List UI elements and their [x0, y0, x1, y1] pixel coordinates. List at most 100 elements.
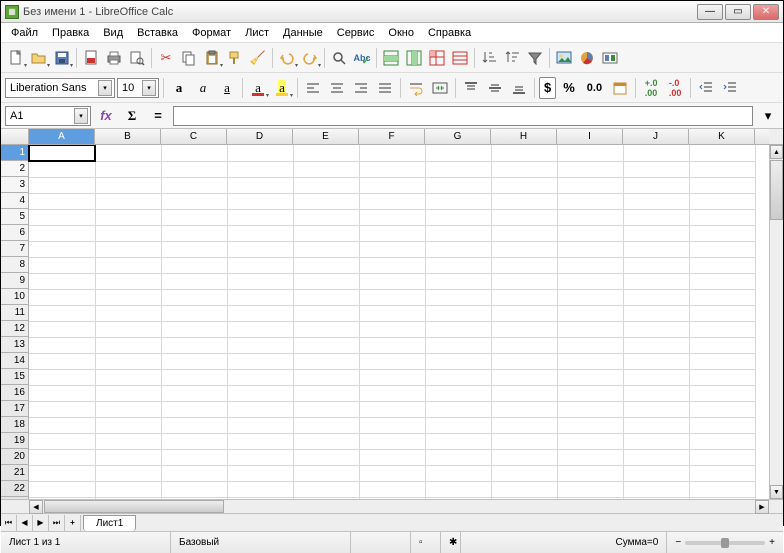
- zoom-thumb[interactable]: [721, 538, 729, 548]
- cell[interactable]: [359, 497, 425, 499]
- decrease-indent-button[interactable]: [695, 77, 717, 99]
- scroll-up-button[interactable]: ▲: [770, 145, 783, 159]
- cell[interactable]: [293, 225, 359, 241]
- cell[interactable]: [491, 465, 557, 481]
- column-header[interactable]: K: [689, 129, 755, 144]
- cell[interactable]: [491, 481, 557, 497]
- cell[interactable]: [425, 465, 491, 481]
- menu-data[interactable]: Данные: [277, 25, 329, 41]
- status-selection-mode[interactable]: ▫: [411, 532, 441, 553]
- sort-button[interactable]: [449, 47, 471, 69]
- row-header[interactable]: 15: [1, 369, 28, 385]
- cell[interactable]: [425, 385, 491, 401]
- cell[interactable]: [557, 433, 623, 449]
- cell[interactable]: [293, 433, 359, 449]
- cell[interactable]: [227, 305, 293, 321]
- cell[interactable]: [95, 433, 161, 449]
- scroll-down-button[interactable]: ▼: [770, 485, 783, 499]
- cell[interactable]: [29, 193, 95, 209]
- cell[interactable]: [95, 145, 161, 161]
- cell[interactable]: [95, 193, 161, 209]
- cell[interactable]: [293, 449, 359, 465]
- cell[interactable]: [227, 225, 293, 241]
- cell[interactable]: [689, 241, 755, 257]
- cell[interactable]: [425, 417, 491, 433]
- menu-insert[interactable]: Вставка: [131, 25, 184, 41]
- cell[interactable]: [161, 481, 227, 497]
- cell[interactable]: [29, 465, 95, 481]
- select-all-corner[interactable]: [1, 129, 29, 144]
- cell[interactable]: [227, 481, 293, 497]
- sort-asc-button[interactable]: [478, 47, 500, 69]
- cell[interactable]: [293, 161, 359, 177]
- cell[interactable]: [95, 337, 161, 353]
- last-sheet-button[interactable]: ⏭: [49, 515, 65, 531]
- cell[interactable]: [359, 337, 425, 353]
- row-header[interactable]: 21: [1, 465, 28, 481]
- cell[interactable]: [557, 241, 623, 257]
- scroll-left-button[interactable]: ◀: [29, 500, 43, 514]
- cell[interactable]: [623, 321, 689, 337]
- row-header[interactable]: 20: [1, 449, 28, 465]
- undo-button[interactable]: ▾: [276, 47, 298, 69]
- cell[interactable]: [359, 177, 425, 193]
- cell[interactable]: [491, 449, 557, 465]
- cell[interactable]: [557, 465, 623, 481]
- cell[interactable]: [227, 161, 293, 177]
- highlight-button[interactable]: a▾: [271, 77, 293, 99]
- cell[interactable]: [359, 449, 425, 465]
- cell[interactable]: [557, 225, 623, 241]
- cell[interactable]: [689, 369, 755, 385]
- insert-chart-button[interactable]: [576, 47, 598, 69]
- cell[interactable]: [425, 161, 491, 177]
- cell[interactable]: [491, 305, 557, 321]
- cell[interactable]: [557, 401, 623, 417]
- cell[interactable]: [293, 145, 359, 161]
- cell[interactable]: [227, 497, 293, 499]
- new-button[interactable]: ▾: [5, 47, 27, 69]
- cell[interactable]: [623, 305, 689, 321]
- cell[interactable]: [359, 289, 425, 305]
- row-header[interactable]: 12: [1, 321, 28, 337]
- cell[interactable]: [95, 321, 161, 337]
- cell[interactable]: [293, 241, 359, 257]
- cell[interactable]: [29, 433, 95, 449]
- align-bottom-button[interactable]: [508, 77, 530, 99]
- cell[interactable]: [161, 353, 227, 369]
- row-header[interactable]: 8: [1, 257, 28, 273]
- status-insert-mode[interactable]: [351, 532, 411, 553]
- cell[interactable]: [161, 225, 227, 241]
- row-header[interactable]: 3: [1, 177, 28, 193]
- cell[interactable]: [359, 145, 425, 161]
- cell[interactable]: [359, 225, 425, 241]
- cell[interactable]: [95, 369, 161, 385]
- cell[interactable]: [425, 337, 491, 353]
- cell[interactable]: [95, 465, 161, 481]
- cell[interactable]: [425, 353, 491, 369]
- cell[interactable]: [689, 193, 755, 209]
- add-decimal-button[interactable]: +.0.00: [640, 77, 662, 99]
- column-button[interactable]: [403, 47, 425, 69]
- cell[interactable]: [557, 193, 623, 209]
- row-header[interactable]: 22: [1, 481, 28, 497]
- font-name-combo[interactable]: Liberation Sans▾: [5, 78, 115, 98]
- cell[interactable]: [491, 193, 557, 209]
- insert-image-button[interactable]: [553, 47, 575, 69]
- align-left-button[interactable]: [302, 77, 324, 99]
- cell[interactable]: [359, 353, 425, 369]
- cell[interactable]: [29, 145, 95, 161]
- cell[interactable]: [689, 177, 755, 193]
- open-button[interactable]: ▾: [28, 47, 50, 69]
- export-pdf-button[interactable]: [80, 47, 102, 69]
- cell[interactable]: [161, 289, 227, 305]
- row-header[interactable]: 16: [1, 385, 28, 401]
- cell[interactable]: [161, 193, 227, 209]
- cell[interactable]: [293, 481, 359, 497]
- cell[interactable]: [491, 257, 557, 273]
- print-button[interactable]: [103, 47, 125, 69]
- copy-button[interactable]: [178, 47, 200, 69]
- row-header[interactable]: 18: [1, 417, 28, 433]
- cell[interactable]: [161, 337, 227, 353]
- align-top-button[interactable]: [460, 77, 482, 99]
- cell[interactable]: [557, 385, 623, 401]
